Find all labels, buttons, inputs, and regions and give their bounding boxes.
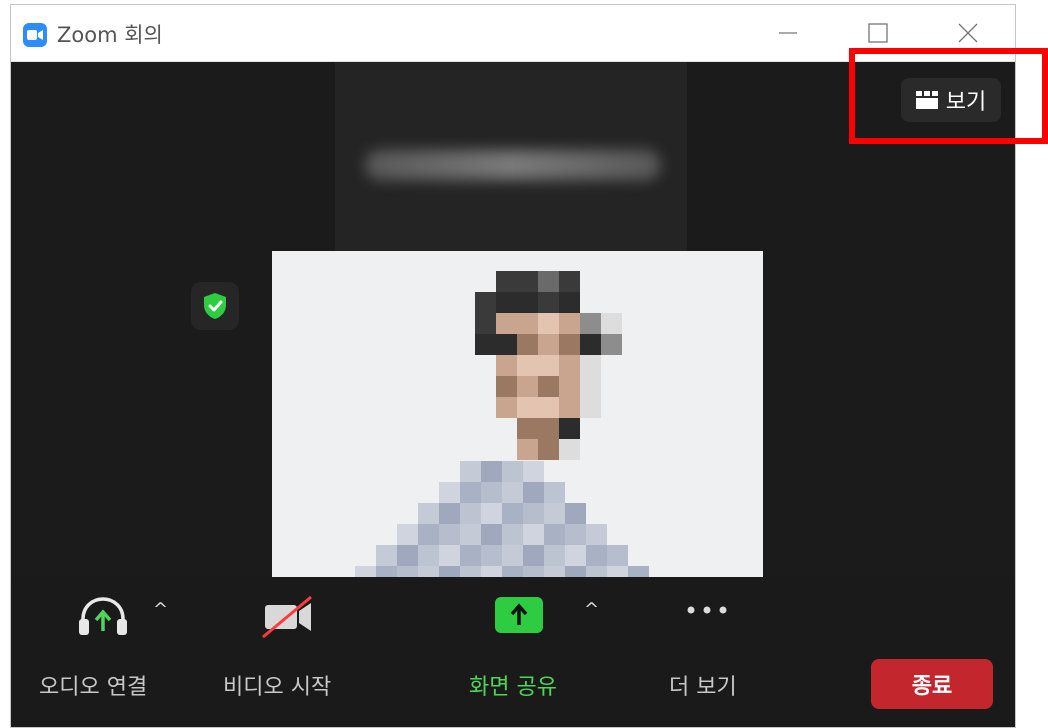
security-shield-badge[interactable] [191,282,239,330]
more-dots-icon [687,606,727,614]
close-icon [958,23,978,43]
share-screen-icon [495,597,543,633]
blurred-participant-name [365,150,661,180]
window-title: Zoom 회의 [57,23,163,47]
headphones-icon [79,597,127,635]
close-button[interactable] [945,15,991,51]
audio-options-caret[interactable]: ^ [153,599,168,620]
zoom-logo-icon [23,23,47,47]
meeting-toolbar: 오디오 연결 ^ 비디오 시작 화면 공유 ^ 더 보기 종료 [11,577,1015,727]
end-meeting-button[interactable]: 종료 [871,659,993,709]
participant-name-tile [335,62,687,252]
highlight-box [849,48,1048,144]
audio-connect-label: 오디오 연결 [39,675,148,700]
start-video-button[interactable]: 비디오 시작 [221,577,361,725]
start-video-label: 비디오 시작 [223,675,332,700]
maximize-button[interactable] [855,15,901,51]
minimize-icon [779,32,797,34]
maximize-icon [868,23,888,43]
share-screen-button[interactable]: 화면 공유 [461,577,601,725]
audio-connect-button[interactable]: 오디오 연결 [33,577,173,725]
share-screen-label: 화면 공유 [469,675,557,700]
share-options-caret[interactable]: ^ [584,599,599,620]
minimize-button[interactable] [765,15,811,51]
video-off-icon [262,595,312,639]
more-label: 더 보기 [669,675,737,700]
shield-check-icon [204,293,226,319]
more-button[interactable]: 더 보기 [641,577,781,725]
